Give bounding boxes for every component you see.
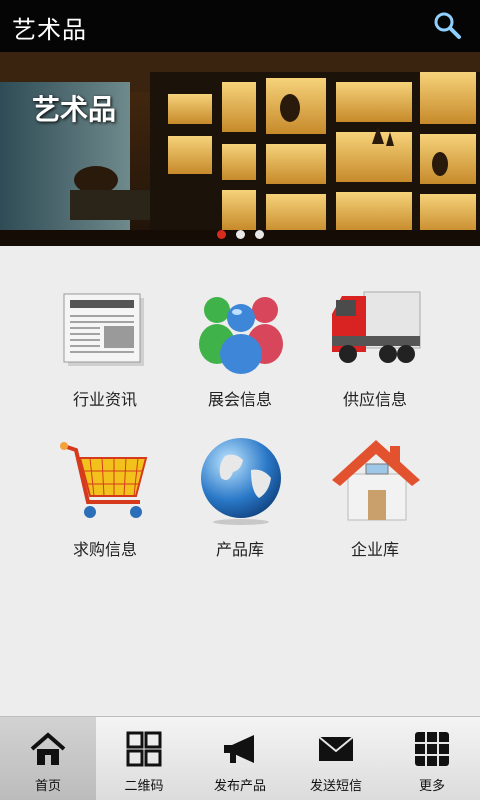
house-icon — [332, 440, 420, 521]
carousel-dot[interactable] — [235, 230, 245, 239]
nav-item-label: 二维码 — [124, 779, 164, 794]
search-icon[interactable] — [432, 10, 462, 40]
nav-item-qrcode[interactable]: 二维码 — [96, 717, 192, 800]
grid-item-label: 企业库 — [350, 540, 399, 559]
envelope-icon — [318, 736, 354, 761]
people-group-icon — [199, 297, 283, 374]
grid-item-label: 求购信息 — [72, 540, 137, 559]
category-grid: 行业资讯 展会信息 供应信息 求购信息 产品库 企业库 — [0, 246, 480, 716]
nav-item-label: 发送短信 — [309, 779, 362, 794]
megaphone-icon — [224, 735, 254, 763]
nav-item-home[interactable]: 首页 — [0, 717, 96, 800]
nav-item-label: 首页 — [34, 779, 61, 794]
newspaper-icon — [63, 293, 144, 366]
grid-item-supply[interactable]: 供应信息 — [300, 260, 450, 410]
nav-item-label: 发布产品 — [213, 779, 266, 794]
grid-item-products[interactable]: 产品库 — [165, 410, 315, 560]
carousel-dot-active[interactable] — [216, 230, 226, 239]
grid-item-exhibition[interactable]: 展会信息 — [165, 260, 315, 410]
home-icon — [30, 732, 66, 765]
grid-item-label: 展会信息 — [207, 390, 272, 409]
nav-item-publish[interactable]: 发布产品 — [192, 717, 288, 800]
grid-item-label: 供应信息 — [342, 390, 407, 409]
globe-icon — [201, 438, 281, 525]
grid-item-label: 行业资讯 — [72, 390, 137, 409]
bottom-nav: 首页 二维码 发布产品 发送短信 更多 — [0, 716, 480, 800]
banner-carousel[interactable]: 艺术品 — [0, 52, 480, 246]
truck-icon — [332, 291, 421, 363]
app-title: 艺术品 — [12, 16, 87, 44]
carousel-indicator — [0, 230, 480, 242]
shopping-cart-icon — [60, 442, 148, 518]
app-header: 艺术品 — [0, 0, 480, 52]
grid-item-label: 产品库 — [215, 540, 264, 559]
grid-item-purchase[interactable]: 求购信息 — [30, 410, 180, 560]
grid-more-icon — [415, 732, 449, 766]
nav-item-more[interactable]: 更多 — [384, 717, 480, 800]
grid-item-industry-news[interactable]: 行业资讯 — [30, 260, 180, 410]
banner-caption: 艺术品 — [32, 93, 117, 126]
carousel-dot[interactable] — [254, 230, 264, 239]
nav-item-label: 更多 — [418, 779, 445, 794]
grid-item-companies[interactable]: 企业库 — [300, 410, 450, 560]
qr-code-icon — [126, 731, 162, 767]
banner-image — [0, 52, 480, 246]
nav-item-sms[interactable]: 发送短信 — [288, 717, 384, 800]
